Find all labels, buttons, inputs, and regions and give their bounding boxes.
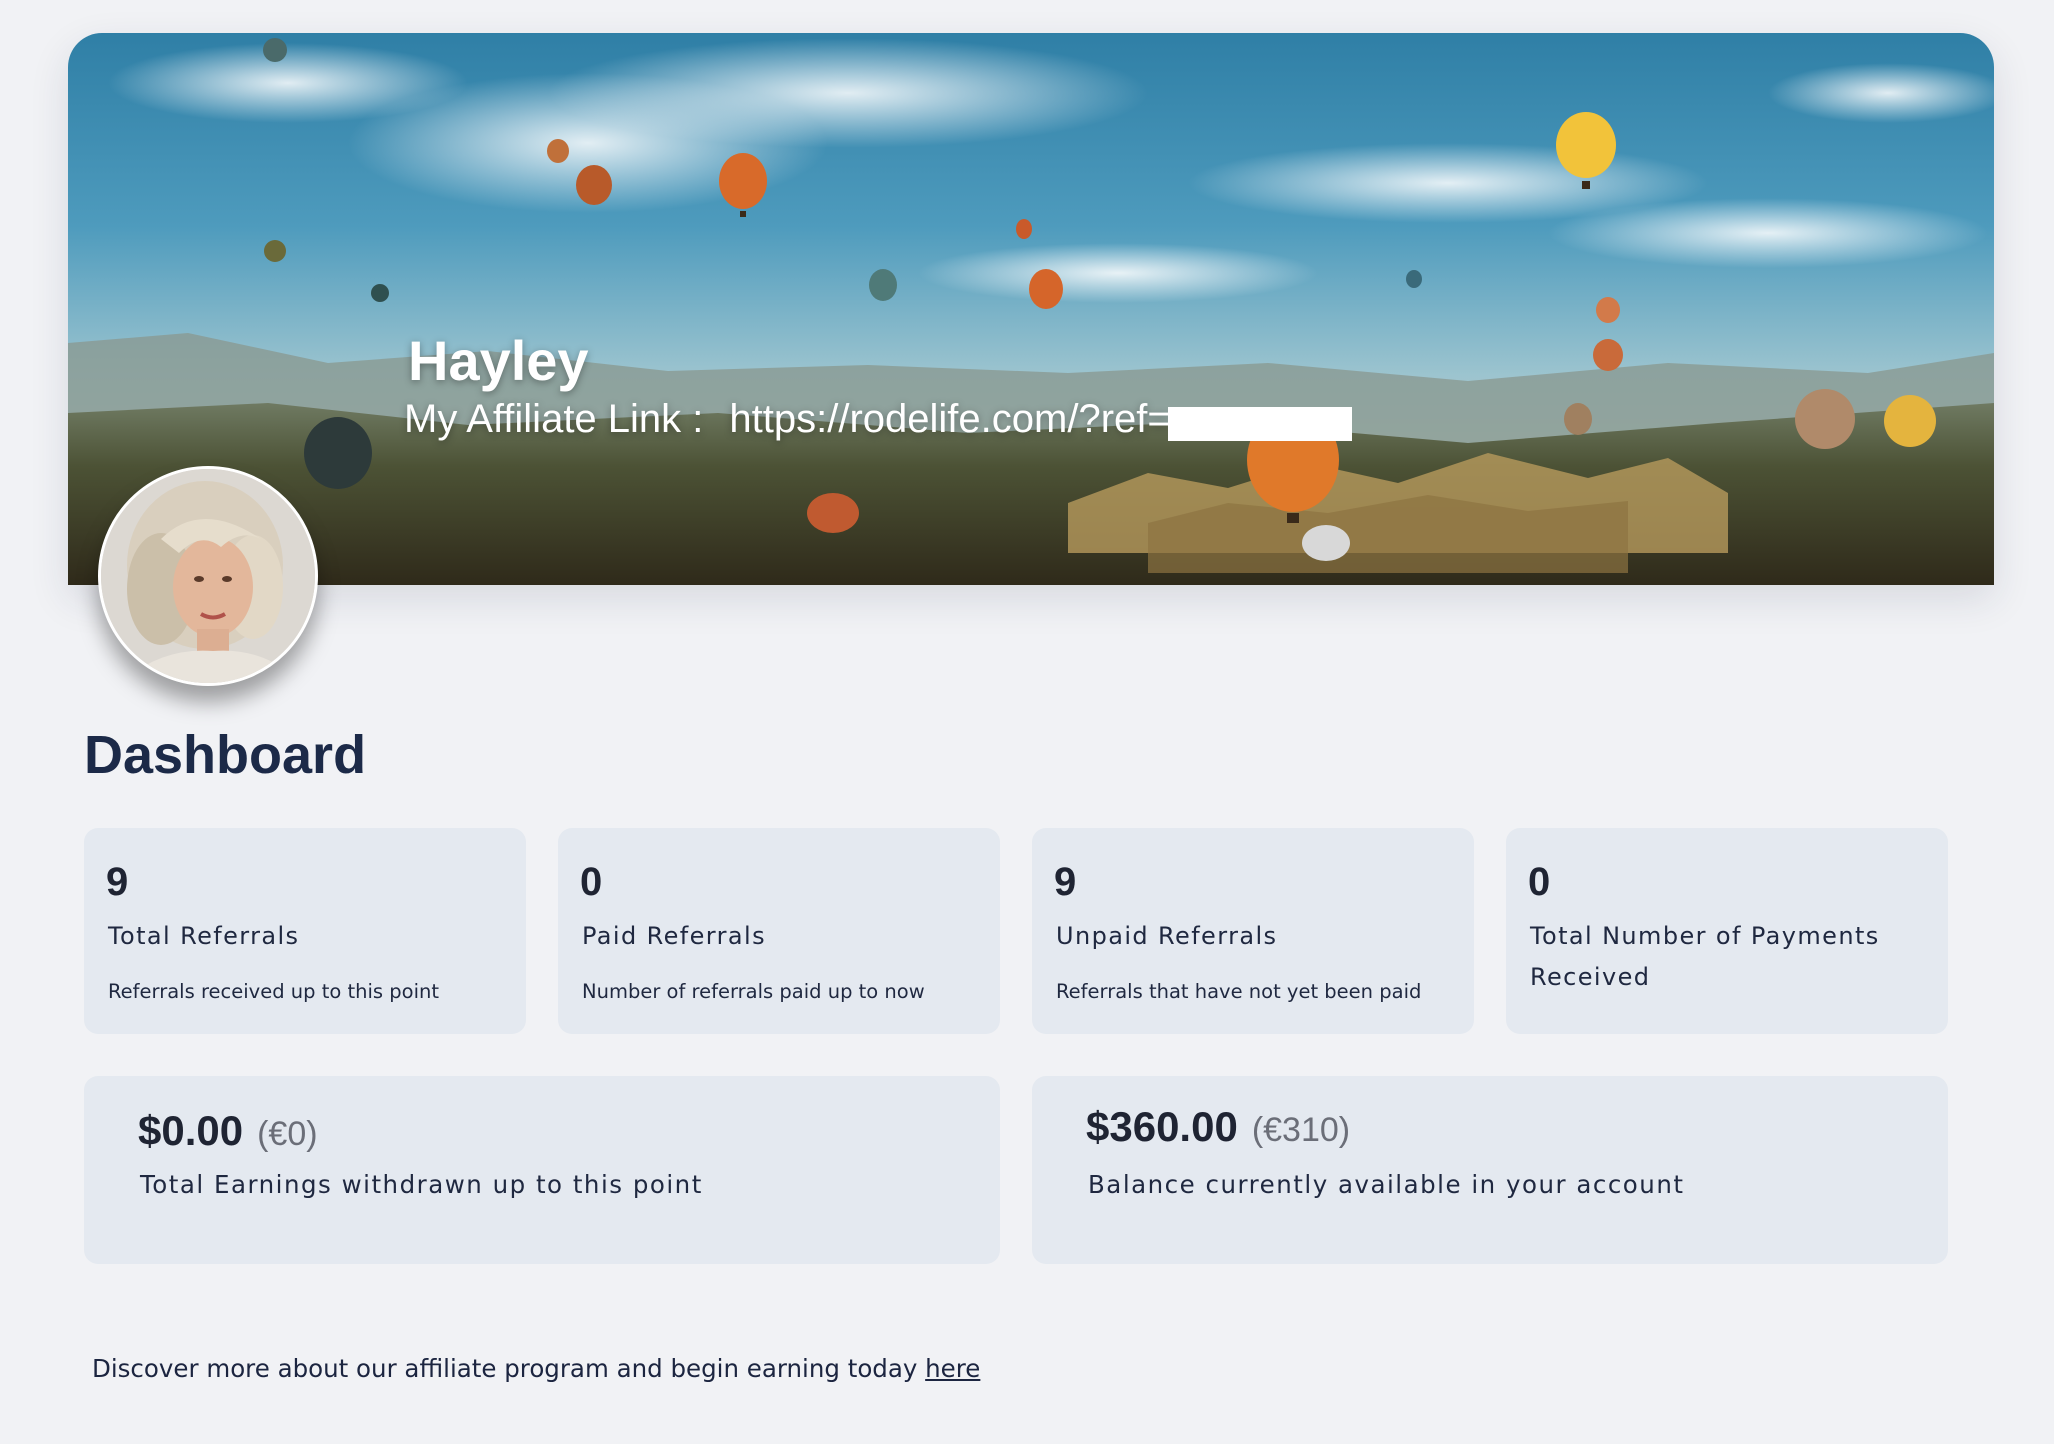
avatar [98,466,318,686]
earnings-withdrawn-card: $0.00 (€0) Total Earnings withdrawn up to… [84,1076,1000,1264]
affiliate-link-url[interactable]: https://rodelife.com/?ref= [729,397,1170,441]
stat-card-paid-referrals: 0 Paid Referrals Number of referrals pai… [558,828,1000,1034]
avatar-portrait-image [101,469,315,683]
affiliate-link-label: My Affiliate Link : [404,397,704,441]
stat-value: 9 [1054,860,1077,904]
stat-value: 9 [106,860,129,904]
stat-card-unpaid-referrals: 9 Unpaid Referrals Referrals that have n… [1032,828,1474,1034]
earnings-label: Total Earnings withdrawn up to this poin… [140,1170,703,1199]
balance-label: Balance currently available in your acco… [1088,1170,1685,1199]
profile-name: Hayley [408,329,589,392]
profile-banner: Hayley My Affiliate Link : https://rodeli… [68,33,1994,585]
stat-card-total-referrals: 9 Total Referrals Referrals received up … [84,828,526,1034]
page-title: Dashboard [84,725,367,785]
stat-card-payments-received: 0 Total Number of Payments Received [1506,828,1948,1034]
stat-description: Number of referrals paid up to now [582,980,925,1003]
stat-label: Total Referrals [108,922,300,950]
stat-label: Unpaid Referrals [1056,922,1278,950]
earnings-eur: (€0) [257,1115,318,1153]
balance-usd: $360.00 [1086,1103,1238,1150]
balance-amount: $360.00 (€310) [1086,1106,1350,1148]
stat-label: Total Number of Payments Received [1530,922,1880,991]
stat-value: 0 [580,860,603,904]
redacted-ref-code [1168,407,1352,441]
stat-label: Paid Referrals [582,922,767,950]
balance-eur: (€310) [1251,1111,1351,1149]
balance-available-card: $360.00 (€310) Balance currently availabl… [1032,1076,1948,1264]
stat-description: Referrals that have not yet been paid [1056,980,1422,1003]
stat-description: Referrals received up to this point [108,980,440,1003]
affiliate-program-link[interactable]: here [925,1354,980,1383]
earnings-amount: $0.00 (€0) [138,1110,318,1152]
earnings-usd: $0.00 [138,1107,244,1154]
affiliate-link[interactable]: My Affiliate Link : https://rodelife.com/… [404,399,1171,439]
balloon-landscape-image [68,33,1994,585]
footer-note: Discover more about our affiliate progra… [92,1354,980,1383]
footer-text: Discover more about our affiliate progra… [92,1354,926,1383]
stat-value: 0 [1528,860,1551,904]
